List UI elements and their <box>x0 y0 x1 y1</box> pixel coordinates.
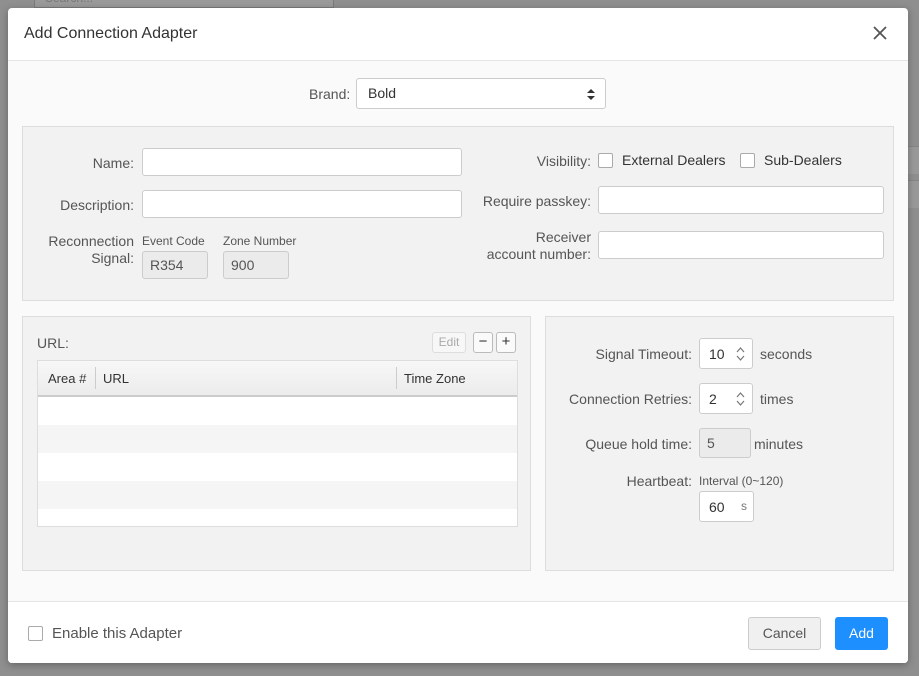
column-header-area[interactable]: Area # <box>48 371 86 386</box>
brand-label: Brand: <box>309 86 351 102</box>
add-url-button[interactable]: + <box>496 332 516 353</box>
timing-panel: Signal Timeout: 10 seconds Connection Re… <box>545 316 894 571</box>
signal-timeout-unit: seconds <box>760 346 813 362</box>
brand-selected-value: Bold <box>368 85 397 101</box>
interval-unit: s <box>741 499 747 513</box>
enable-adapter-label: Enable this Adapter <box>52 625 183 642</box>
sub-dealers-label: Sub-Dealers <box>764 152 842 168</box>
external-dealers-checkbox[interactable] <box>598 153 613 168</box>
reconnection-label-line2: Signal: <box>91 250 134 266</box>
description-input[interactable] <box>142 190 462 218</box>
queue-hold-time-unit: minutes <box>754 436 804 452</box>
signal-timeout-value: 10 <box>709 346 725 362</box>
connection-retries-value: 2 <box>709 391 717 407</box>
add-connection-adapter-dialog: Add Connection Adapter Brand: Bold Name:… <box>8 8 908 663</box>
event-code-label: Event Code <box>142 234 205 248</box>
queue-hold-time-field: 5 <box>699 428 751 458</box>
table-row <box>38 425 517 453</box>
url-label: URL: <box>37 335 69 351</box>
select-arrows-icon <box>586 88 596 101</box>
background-search-input: Search... <box>34 0 334 8</box>
heartbeat-interval-value: 60 <box>709 499 725 515</box>
signal-timeout-label: Signal Timeout: <box>595 346 693 362</box>
dialog-body: Brand: Bold Name: Description: Reconnect… <box>8 61 908 601</box>
column-header-timezone[interactable]: Time Zone <box>404 371 466 386</box>
stepper-arrows-icon <box>736 391 745 407</box>
queue-hold-time-label: Queue hold time: <box>585 436 692 452</box>
zone-number-label: Zone Number <box>223 234 297 248</box>
interval-label: Interval (0~120) <box>699 474 784 488</box>
description-label: Description: <box>60 197 134 213</box>
reconnection-label-line1: Reconnection <box>48 233 134 249</box>
passkey-input[interactable] <box>598 186 884 214</box>
external-dealers-label: External Dealers <box>622 152 726 168</box>
remove-url-button[interactable]: − <box>473 332 493 353</box>
connection-retries-unit: times <box>760 391 794 407</box>
dialog-header: Add Connection Adapter <box>8 8 908 61</box>
brand-select[interactable]: Bold <box>356 78 606 109</box>
background-strip <box>907 146 919 174</box>
signal-timeout-stepper[interactable]: 10 <box>699 338 753 369</box>
receiver-account-label: Receiver account number: <box>463 229 591 263</box>
table-row <box>38 481 517 509</box>
sub-dealers-checkbox[interactable] <box>740 153 755 168</box>
heartbeat-interval-input[interactable]: 60 s <box>699 491 754 522</box>
close-icon[interactable] <box>872 25 888 41</box>
cancel-button[interactable]: Cancel <box>748 617 821 650</box>
name-label: Name: <box>92 155 134 171</box>
add-button[interactable]: Add <box>835 617 888 650</box>
receiver-account-input[interactable] <box>598 231 884 259</box>
column-divider <box>95 367 96 389</box>
column-header-url[interactable]: URL <box>103 371 129 386</box>
url-panel: URL: Edit − + Area # URL Time Zone <box>22 316 531 571</box>
edit-url-button[interactable]: Edit <box>432 332 466 353</box>
table-row <box>38 397 517 425</box>
reconnection-signal-label: Reconnection Signal: <box>23 233 134 267</box>
general-settings-panel: Name: Description: Reconnection Signal: … <box>22 126 894 301</box>
receiver-label-line1: Receiver <box>535 229 591 245</box>
connection-retries-stepper[interactable]: 2 <box>699 383 753 414</box>
table-row <box>38 453 517 481</box>
stepper-arrows-icon <box>736 346 745 362</box>
dialog-footer: Enable this Adapter Cancel Add <box>8 601 908 663</box>
zone-number-field: 900 <box>223 251 289 279</box>
heartbeat-label: Heartbeat: <box>626 473 692 489</box>
background-strip <box>907 180 919 208</box>
url-table: Area # URL Time Zone <box>37 360 518 527</box>
connection-retries-label: Connection Retries: <box>569 391 692 407</box>
require-passkey-label: Require passkey: <box>482 193 591 209</box>
receiver-label-line2: account number: <box>486 246 591 262</box>
dialog-title: Add Connection Adapter <box>24 25 198 42</box>
enable-adapter-checkbox[interactable] <box>28 626 43 641</box>
visibility-label: Visibility: <box>536 153 591 169</box>
name-input[interactable] <box>142 148 462 176</box>
event-code-field: R354 <box>142 251 208 279</box>
column-divider <box>396 367 397 389</box>
table-header: Area # URL Time Zone <box>38 361 517 397</box>
